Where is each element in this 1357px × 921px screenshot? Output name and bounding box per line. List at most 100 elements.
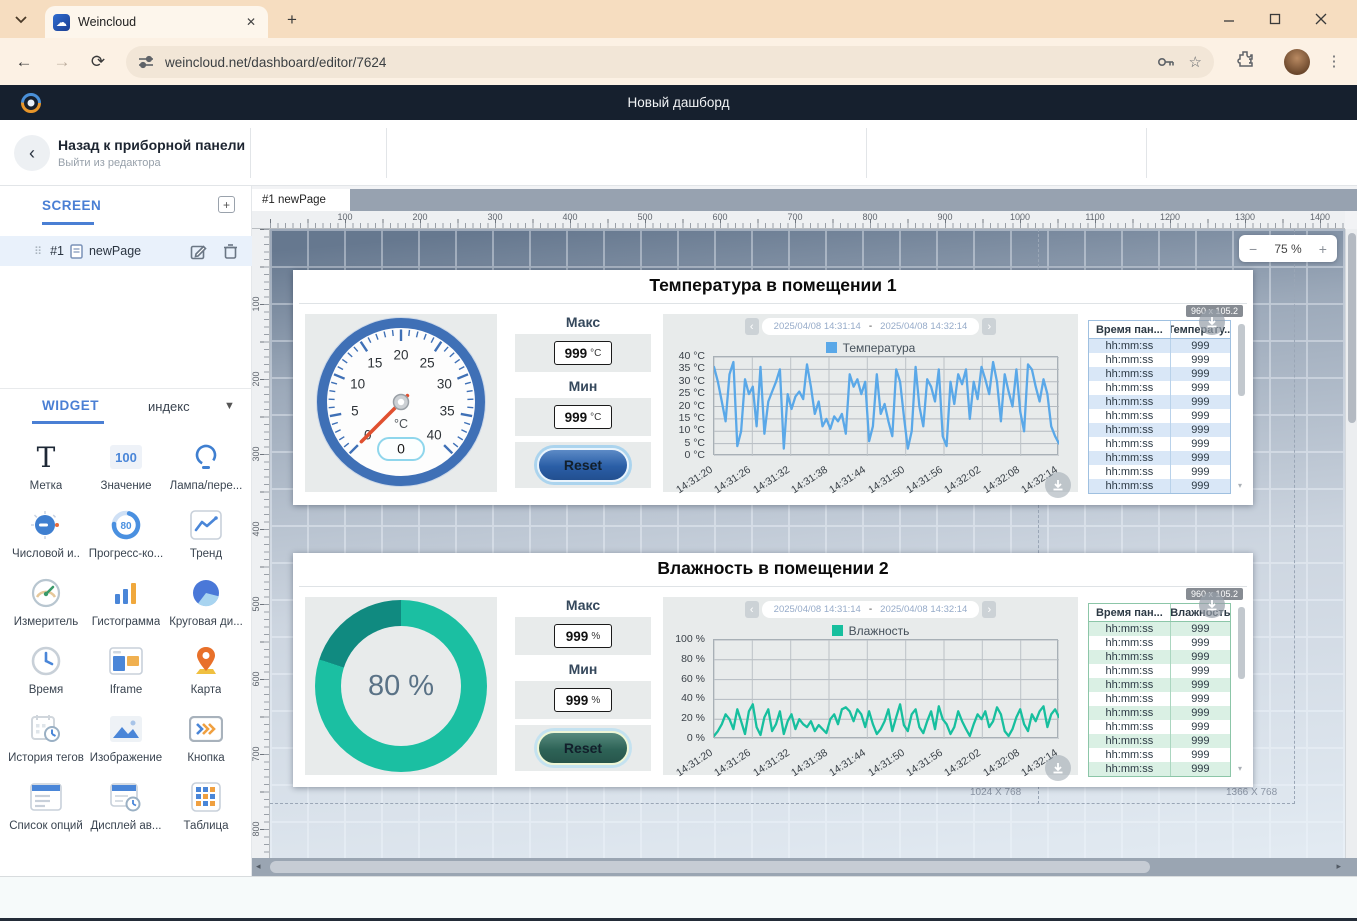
back-to-dashboard-button[interactable]: ‹ [14, 135, 50, 171]
date-range[interactable]: 2025/04/08 14:31:14 - 2025/04/08 14:32:1… [762, 318, 980, 335]
panel-temperature[interactable]: Температура в помещении 1 05101520253035… [293, 270, 1253, 505]
svg-text:30: 30 [437, 377, 452, 392]
table-row: hh:mm:ss999 [1089, 437, 1230, 451]
date-prev-icon[interactable]: ‹ [745, 601, 759, 618]
delete-screen-icon[interactable] [223, 243, 238, 259]
svg-text:10: 10 [350, 377, 365, 392]
gauge-widget[interactable]: 0510152025303540°C0 [305, 314, 497, 492]
data-table[interactable]: Время пан...Влажностьhh:mm:ss999hh:mm:ss… [1088, 603, 1231, 777]
widget-item[interactable]: Кнопка [166, 708, 246, 776]
bookmark-star-icon[interactable]: ☆ [1189, 53, 1202, 71]
table-scrollbar[interactable]: ▾ [1238, 605, 1246, 773]
table-row: hh:mm:ss999 [1089, 451, 1230, 465]
donut-widget[interactable]: 80 % [305, 597, 497, 775]
tab-search-icon[interactable] [8, 7, 34, 33]
left-sidebar: SCREEN + ⠿ #1 newPage WIDGET индекс ▼ TМ… [0, 186, 252, 876]
widget-label: Карта [191, 684, 222, 696]
screen-list-item[interactable]: ⠿ #1 newPage [0, 236, 252, 266]
new-tab-button[interactable]: + [282, 10, 302, 30]
widget-item[interactable]: 100Значение [86, 436, 166, 504]
url-bar[interactable]: weincloud.net/dashboard/editor/7624 ☆ [126, 46, 1214, 78]
data-table[interactable]: Время пан...Температу...hh:mm:ss999hh:mm… [1088, 320, 1231, 494]
zoom-out-button[interactable]: − [1249, 241, 1257, 257]
table-download-icon[interactable] [1199, 592, 1225, 618]
widget-item[interactable]: TМетка [6, 436, 86, 504]
date-next-icon[interactable]: › [982, 601, 996, 618]
minimize-button[interactable] [1223, 13, 1251, 25]
tab-index[interactable]: индекс [148, 399, 190, 414]
guide-768 [270, 803, 1295, 804]
page-tab-strip [252, 189, 1357, 211]
reset-button[interactable]: Reset [537, 731, 629, 765]
back-icon[interactable]: ← [10, 48, 38, 76]
widget-item[interactable]: 80Прогресс-ко... [86, 504, 166, 572]
widget-label: Список опций [9, 820, 83, 832]
tab-close-icon[interactable]: ✕ [242, 13, 260, 31]
date-range[interactable]: 2025/04/08 14:31:14 - 2025/04/08 14:32:1… [762, 601, 980, 618]
widget-item[interactable]: Числовой и.. [6, 504, 86, 572]
panel-humidity[interactable]: Влажность в помещении 2 80 % Макс 999% М… [293, 553, 1253, 787]
zoom-in-button[interactable]: + [1319, 241, 1327, 257]
trend-widget[interactable]: ‹ 2025/04/08 14:31:14 - 2025/04/08 14:32… [663, 314, 1078, 492]
profile-avatar[interactable] [1284, 49, 1310, 75]
tab-screen[interactable]: SCREEN [42, 198, 101, 213]
canvas-vertical-scrollbar[interactable] [1345, 229, 1357, 858]
widget-item[interactable]: Карта [166, 640, 246, 708]
password-key-icon[interactable] [1157, 55, 1175, 69]
table-row: hh:mm:ss999 [1089, 367, 1230, 381]
widget-item[interactable]: Iframe [86, 640, 166, 708]
widget-item[interactable]: Дисплей ав... [86, 776, 166, 844]
reset-button[interactable]: Reset [537, 448, 629, 482]
site-info-icon[interactable] [138, 55, 155, 69]
widget-item[interactable]: Лампа/пере... [166, 436, 246, 504]
widget-item[interactable]: Изображение [86, 708, 166, 776]
page-tab[interactable]: #1 newPage [252, 189, 350, 211]
browser-menu-icon[interactable]: ⋮ [1322, 50, 1346, 74]
extensions-icon[interactable] [1236, 50, 1254, 68]
widget-item[interactable]: Список опций [6, 776, 86, 844]
scroll-left-icon[interactable]: ◂ [256, 861, 261, 872]
page-doc-icon [70, 244, 83, 259]
chevron-down-icon[interactable]: ▼ [224, 400, 235, 412]
table-row: hh:mm:ss999 [1089, 734, 1230, 748]
maximize-button[interactable] [1269, 13, 1297, 25]
table-row: hh:mm:ss999 [1089, 650, 1230, 664]
drag-handle-icon[interactable]: ⠿ [34, 245, 42, 258]
widget-item[interactable]: Тренд [166, 504, 246, 572]
date-next-icon[interactable]: › [982, 318, 996, 335]
max-input[interactable]: 999°C [554, 341, 612, 365]
rename-pencil-icon[interactable] [190, 243, 207, 260]
max-input[interactable]: 999% [554, 624, 612, 648]
date-prev-icon[interactable]: ‹ [745, 318, 759, 335]
widget-item[interactable]: Измеритель [6, 572, 86, 640]
reload-icon[interactable]: ⟳ [84, 48, 112, 76]
widget-item[interactable]: Время [6, 640, 86, 708]
screen-name: newPage [89, 244, 190, 258]
widget-item[interactable]: Гистограмма [86, 572, 166, 640]
design-viewport[interactable]: 1024 X 768 1366 X 768 Температура в поме… [270, 229, 1345, 858]
download-icon[interactable] [1045, 472, 1071, 498]
svg-text:80: 80 [120, 521, 132, 532]
download-icon[interactable] [1045, 755, 1071, 781]
widget-item[interactable]: Таблица [166, 776, 246, 844]
svg-text:25: 25 [420, 355, 435, 370]
close-button[interactable] [1315, 13, 1343, 25]
canvas-horizontal-scrollbar[interactable]: ◂ ▸ [252, 858, 1357, 876]
scroll-right-icon[interactable]: ▸ [1336, 861, 1341, 872]
table-scrollbar[interactable]: ▾ [1238, 322, 1246, 490]
legend-swatch [826, 342, 837, 353]
tab-widget[interactable]: WIDGET [42, 398, 99, 413]
url-text: weincloud.net/dashboard/editor/7624 [165, 55, 1143, 70]
widget-item[interactable]: Круговая ди... [166, 572, 246, 640]
browser-tab[interactable]: ☁ Weincloud ✕ [45, 6, 268, 38]
window-controls [1223, 0, 1351, 38]
widget-item[interactable]: История тегов [6, 708, 86, 776]
widget-label: Лампа/пере... [170, 480, 243, 492]
min-input[interactable]: 999% [554, 688, 612, 712]
table-download-icon[interactable] [1199, 309, 1225, 335]
min-input[interactable]: 999°C [554, 405, 612, 429]
trend-widget[interactable]: ‹ 2025/04/08 14:31:14 - 2025/04/08 14:32… [663, 597, 1078, 775]
forward-icon[interactable]: → [48, 48, 76, 76]
add-screen-button[interactable]: + [218, 196, 235, 213]
button-icon [189, 712, 223, 746]
